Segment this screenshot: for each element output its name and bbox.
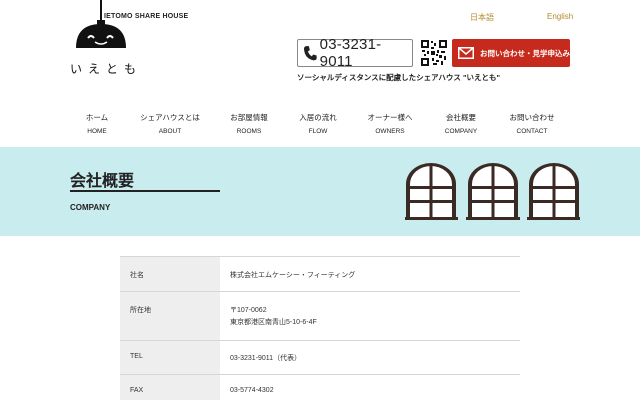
- nav-item-label-en: ROOMS: [236, 128, 262, 135]
- qr-code-icon: [420, 39, 448, 67]
- nav-item-label-en: FLOW: [308, 128, 328, 135]
- table-row: FAX 03-5774-4302: [120, 375, 520, 400]
- row-label: 社名: [120, 257, 220, 291]
- page-banner: 会社概要 COMPANY: [0, 147, 640, 236]
- title-underline: [70, 190, 220, 192]
- arched-window-icon: [466, 163, 520, 220]
- contact-button-label: お問い合わせ・見学申込み: [480, 48, 570, 58]
- nav-item-label-en: HOME: [87, 128, 107, 135]
- postal-code: 〒107-0062: [230, 307, 267, 314]
- row-value: 〒107-0062 東京都港区南青山5-10-6-4F: [220, 292, 520, 340]
- row-value: 03-3231-9011（代表）: [220, 341, 520, 374]
- nav-item-contact[interactable]: お問い合わせ CONTACT: [510, 112, 555, 135]
- company-info-table: 社名 株式会社エムケーシー・フィーティング 所在地 〒107-0062 東京都港…: [120, 256, 520, 400]
- nav-item-label-jp: 入居の流れ: [299, 113, 337, 122]
- phone-box[interactable]: 03-3231-9011: [297, 36, 413, 70]
- nav-item-label-jp: 会社概要: [445, 113, 476, 122]
- nav-item-flow[interactable]: 入居の流れ FLOW: [299, 112, 337, 135]
- arched-window-icon: [405, 163, 458, 220]
- language-japanese-link[interactable]: 日本語: [470, 12, 494, 23]
- table-row: 所在地 〒107-0062 東京都港区南青山5-10-6-4F: [120, 292, 520, 341]
- nav-item-home[interactable]: ホーム HOME: [86, 112, 108, 135]
- page-title: 会社概要: [70, 171, 135, 190]
- nav-item-label-jp: ホーム: [85, 113, 109, 122]
- nav-item-label-jp: オーナー様へ: [367, 113, 413, 122]
- nav-item-label-jp: お部屋情報: [230, 113, 268, 122]
- nav-item-label-en: OWNERS: [375, 128, 405, 135]
- nav-item-about[interactable]: シェアハウスとは ABOUT: [140, 112, 200, 135]
- nav-item-company[interactable]: 会社概要 COMPANY: [445, 112, 477, 135]
- nav-item-label-jp: お問い合わせ: [509, 113, 555, 122]
- nav-item-label-en: COMPANY: [444, 128, 478, 135]
- mail-icon: [458, 47, 474, 59]
- table-row: TEL 03-3231-9011（代表）: [120, 341, 520, 375]
- phone-icon: [303, 46, 317, 61]
- address: 東京都港区南青山5-10-6-4F: [230, 319, 317, 326]
- arched-window-icon: [527, 163, 580, 220]
- row-label: FAX: [120, 375, 220, 400]
- row-value: 03-5774-4302: [220, 375, 520, 400]
- language-english-link[interactable]: English: [547, 12, 573, 21]
- table-row: 社名 株式会社エムケーシー・フィーティング: [120, 257, 520, 292]
- nav-item-owners[interactable]: オーナー様へ OWNERS: [368, 112, 413, 135]
- row-value: 株式会社エムケーシー・フィーティング: [220, 257, 520, 291]
- nav-item-label-en: ABOUT: [158, 128, 182, 135]
- nav-item-label-jp: シェアハウスとは: [140, 113, 200, 122]
- phone-number: 03-3231-9011: [319, 36, 382, 70]
- row-label: TEL: [120, 341, 220, 374]
- arched-windows-illustration: [405, 163, 580, 220]
- row-label: 所在地: [120, 292, 220, 340]
- tagline: ソーシャルディスタンスに配慮したシェアハウス "いえとも": [297, 73, 501, 82]
- logo-title: IETOMO SHARE HOUSE: [104, 13, 189, 20]
- nav-item-rooms[interactable]: お部屋情報 ROOMS: [230, 112, 268, 135]
- logo-kana: いえとも: [70, 62, 143, 76]
- nav-item-label-en: CONTACT: [516, 128, 548, 135]
- contact-visit-button[interactable]: お問い合わせ・見学申込み: [452, 39, 570, 67]
- page-subtitle: COMPANY: [70, 203, 111, 212]
